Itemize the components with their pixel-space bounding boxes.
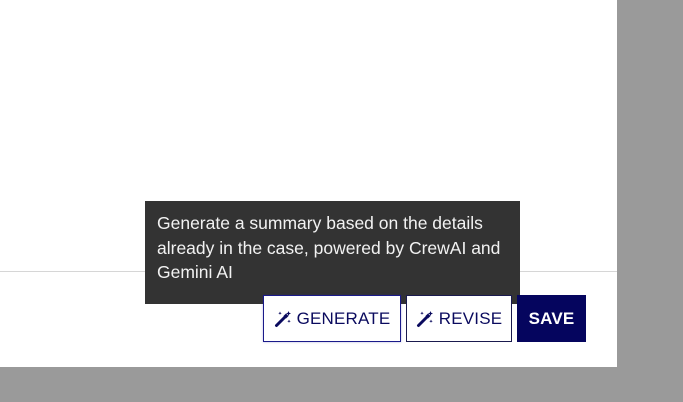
generate-tooltip: Generate a summary based on the details … (145, 201, 520, 304)
magic-wand-icon (416, 310, 434, 328)
save-button-label: SAVE (528, 308, 575, 328)
revise-button[interactable]: REVISE (406, 295, 512, 342)
generate-button[interactable]: GENERATE (263, 295, 401, 342)
generate-button-label: GENERATE (296, 308, 391, 328)
dialog-panel: Generate a summary based on the details … (0, 0, 617, 367)
revise-button-label: REVISE (438, 308, 503, 328)
tooltip-text: Generate a summary based on the details … (157, 213, 501, 282)
magic-wand-icon (274, 310, 292, 328)
save-button[interactable]: SAVE (517, 295, 586, 342)
